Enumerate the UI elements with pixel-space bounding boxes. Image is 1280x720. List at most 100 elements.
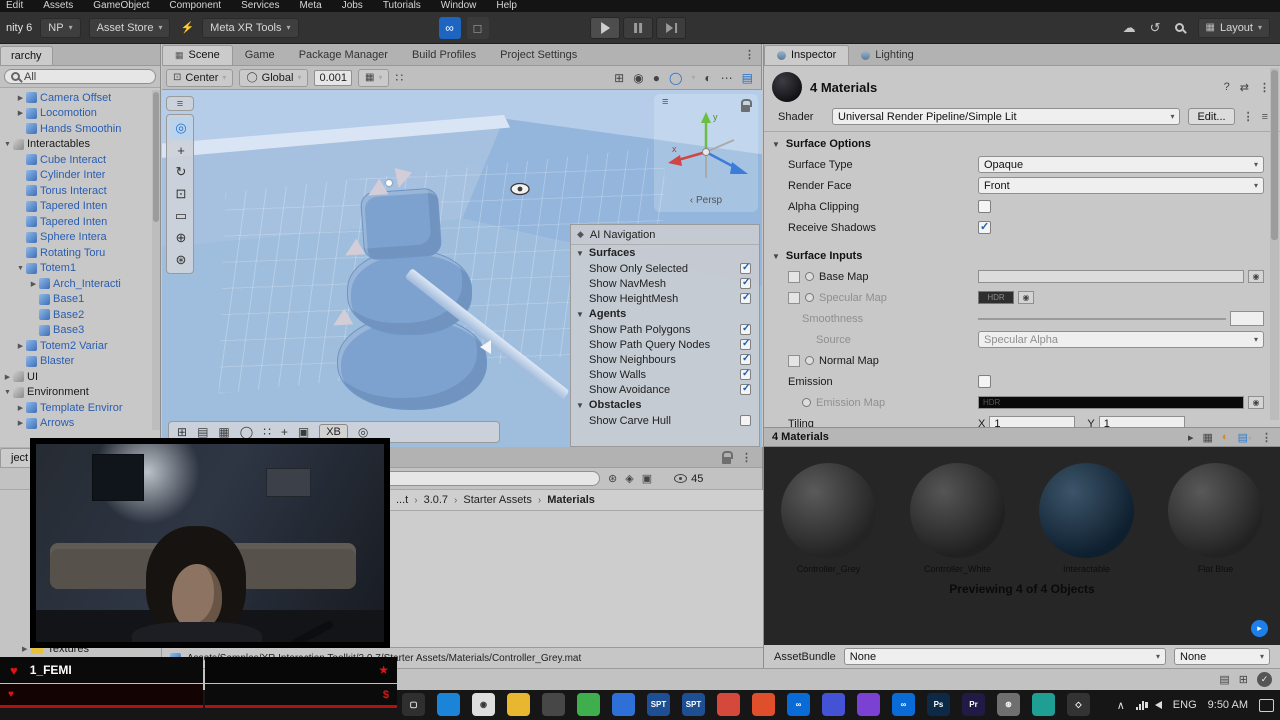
app-settings-icon[interactable]: ⊛ — [997, 693, 1020, 716]
tab-lighting[interactable]: Lighting — [849, 46, 926, 65]
move-icon[interactable]: + — [281, 425, 288, 439]
orientation-gizmo[interactable]: ≡ y x ‹ Persp — [654, 94, 758, 212]
surface-options-foldout[interactable]: ▼ Surface Options — [764, 132, 1280, 154]
app-file-explorer-icon[interactable] — [507, 693, 530, 716]
app-premiere-icon[interactable]: Pr — [962, 693, 985, 716]
hidden-count[interactable]: 45 — [674, 473, 703, 485]
surface-type-dropdown[interactable]: Opaque ▾ — [978, 156, 1264, 173]
expand-icon[interactable]: ▶ — [15, 419, 26, 427]
cloud-icon[interactable]: ☁ — [1123, 20, 1136, 36]
emission-color-field[interactable]: HDR — [978, 396, 1244, 409]
meta-xr-tools-dropdown[interactable]: Meta XR Tools ▾ — [202, 17, 299, 38]
hierarchy-item-totem2-variar[interactable]: ▶Totem2 Variar› — [0, 338, 160, 354]
hierarchy-item-sphere-intera[interactable]: Sphere Intera› — [0, 230, 160, 246]
edit-shader-button[interactable]: Edit... — [1188, 108, 1235, 125]
expand-icon[interactable]: ▶ — [15, 342, 26, 350]
search-by-type-icon[interactable]: ⊛ — [608, 472, 617, 485]
snap-increment-icon[interactable]: ∷ — [395, 71, 403, 85]
hierarchy-item-arrows[interactable]: ▶Arrows› — [0, 416, 160, 432]
progress-check-icon[interactable]: ✓ — [1257, 672, 1272, 687]
texture-slot[interactable] — [788, 354, 800, 367]
layers-dropdown-icon[interactable]: ▤▾ — [1238, 431, 1252, 444]
rect-tool-button[interactable]: ▭ — [169, 205, 193, 227]
hierarchy-item-interactables[interactable]: ▼ Interactables — [0, 137, 160, 153]
shader-dropdown[interactable]: Universal Render Pipeline/Simple Lit ▾ — [832, 108, 1181, 125]
app-chat-icon[interactable] — [822, 693, 845, 716]
save-search-icon[interactable]: ▣ — [642, 472, 652, 485]
app-photos-icon[interactable] — [717, 693, 740, 716]
expand-icon[interactable]: ▶ — [28, 280, 39, 288]
nav-section-obstacles[interactable]: ▼ Obstacles — [571, 397, 759, 413]
hierarchy-item-base3[interactable]: Base3 — [0, 323, 160, 339]
breadcrumb-3-0-7[interactable]: 3.0.7 — [424, 494, 448, 506]
menu-component[interactable]: Component — [169, 0, 221, 12]
clock[interactable]: 9:50 AM — [1208, 699, 1248, 711]
network-icon[interactable] — [1135, 700, 1144, 710]
rotate-tool-button[interactable]: ↻ — [169, 161, 193, 183]
color-picker-icon[interactable]: ◉ — [1248, 396, 1264, 409]
scene-viewport[interactable]: ≡ ◎ + ↻ ⊡ ▭ ⊕ ⊛ ≡ y x ‹ Persp ◆ AI Navig… — [162, 90, 762, 447]
overlay-handle[interactable]: ≡ — [166, 96, 194, 111]
menu-jobs[interactable]: Jobs — [342, 0, 363, 12]
color-picker-icon[interactable]: ◉ — [1018, 291, 1034, 304]
hierarchy-item-tapered-inten[interactable]: Tapered Inten› — [0, 199, 160, 215]
menu-icon[interactable]: ⋮ — [1243, 110, 1254, 123]
checkbox[interactable] — [740, 383, 751, 395]
surface-inputs-foldout[interactable]: ▼ Surface Inputs — [764, 244, 1280, 266]
lock-icon[interactable] — [722, 450, 733, 464]
pivot-dropdown[interactable]: ⊡ Center ▾ — [166, 68, 234, 87]
checkbox[interactable] — [740, 292, 751, 304]
object-picker-icon[interactable] — [805, 293, 814, 302]
app-blue-tool-icon[interactable] — [612, 693, 635, 716]
hierarchy-item-arch-interacti[interactable]: ▶ Arch_Interacti — [0, 276, 160, 292]
grid-icon[interactable]: ▦ — [1203, 431, 1213, 444]
camera-icon[interactable]: ▣ — [298, 425, 309, 439]
app-capture-icon[interactable] — [1032, 693, 1055, 716]
scale-tool-button[interactable]: ⊡ — [169, 183, 193, 205]
snap-dots-icon[interactable]: ∷ — [263, 425, 271, 439]
base-color-field[interactable] — [978, 270, 1244, 283]
color-picker-icon[interactable]: ◉ — [1248, 270, 1264, 283]
hierarchy-scrollbar[interactable] — [152, 90, 160, 430]
step-button[interactable] — [656, 16, 687, 39]
breadcrumb-t[interactable]: ...t — [396, 494, 408, 506]
list-icon[interactable]: ≡ — [1262, 111, 1268, 123]
nav-section-agents[interactable]: ▼ Agents — [571, 306, 759, 322]
overlays-dropdown-icon[interactable]: ▤ — [742, 71, 753, 85]
meta-logo-icon[interactable]: ∞ — [438, 16, 461, 39]
hierarchy-item-environment[interactable]: ▼ Environment — [0, 385, 160, 401]
layout-dropdown[interactable]: ▦ Layout ▾ — [1197, 17, 1270, 38]
app-spt-2-icon[interactable]: SPT — [682, 693, 705, 716]
hierarchy-item-tapered-inten[interactable]: Tapered Inten› — [0, 214, 160, 230]
ai-navigation-title[interactable]: ◆ AI Navigation — [571, 225, 759, 245]
smoothness-slider[interactable] — [978, 317, 1226, 320]
menu-window[interactable]: Window — [441, 0, 477, 12]
texture-slot[interactable] — [788, 291, 800, 304]
hamburger-icon[interactable]: ≡ — [662, 96, 668, 108]
hierarchy-item-template-enviror[interactable]: ▶Template Enviror› — [0, 400, 160, 416]
app-window-icon[interactable]: ▢ — [402, 693, 425, 716]
menu-tutorials[interactable]: Tutorials — [383, 0, 421, 12]
grid-settings-dropdown[interactable]: ▦ ▾ — [357, 68, 390, 87]
notification-bubble-icon[interactable]: ▸ — [1251, 620, 1268, 637]
hierarchy-item-ui[interactable]: ▶ UI — [0, 369, 160, 385]
perspective-label[interactable]: ‹ Persp — [654, 195, 758, 206]
object-picker-icon[interactable] — [805, 356, 814, 365]
camera-settings-icon[interactable]: ◉ — [633, 71, 643, 85]
hierarchy-item-camera-offset[interactable]: ▶ Camera Offset — [0, 90, 160, 106]
breadcrumb-starter-assets[interactable]: Starter Assets — [463, 494, 531, 506]
tab-build-profiles[interactable]: Build Profiles — [400, 46, 488, 65]
hierarchy-item-blaster[interactable]: Blaster› — [0, 354, 160, 370]
volume-icon[interactable] — [1144, 701, 1162, 709]
account-dropdown[interactable]: NP ▾ — [40, 17, 81, 38]
collapse-icon[interactable]: ▼ — [2, 389, 13, 396]
custom-tool-button[interactable]: ⊛ — [169, 249, 193, 271]
breadcrumb-materials[interactable]: Materials — [547, 494, 595, 506]
grid-icon[interactable]: ▦ — [218, 425, 229, 439]
menu-help[interactable]: Help — [496, 0, 517, 12]
menu-assets[interactable]: Assets — [43, 0, 73, 12]
help-icon[interactable]: ? — [1224, 81, 1230, 94]
app-spt-1-icon[interactable]: SPT — [647, 693, 670, 716]
expand-icon[interactable]: ▶ — [15, 94, 26, 102]
inspector-scrollbar[interactable] — [1270, 68, 1279, 420]
